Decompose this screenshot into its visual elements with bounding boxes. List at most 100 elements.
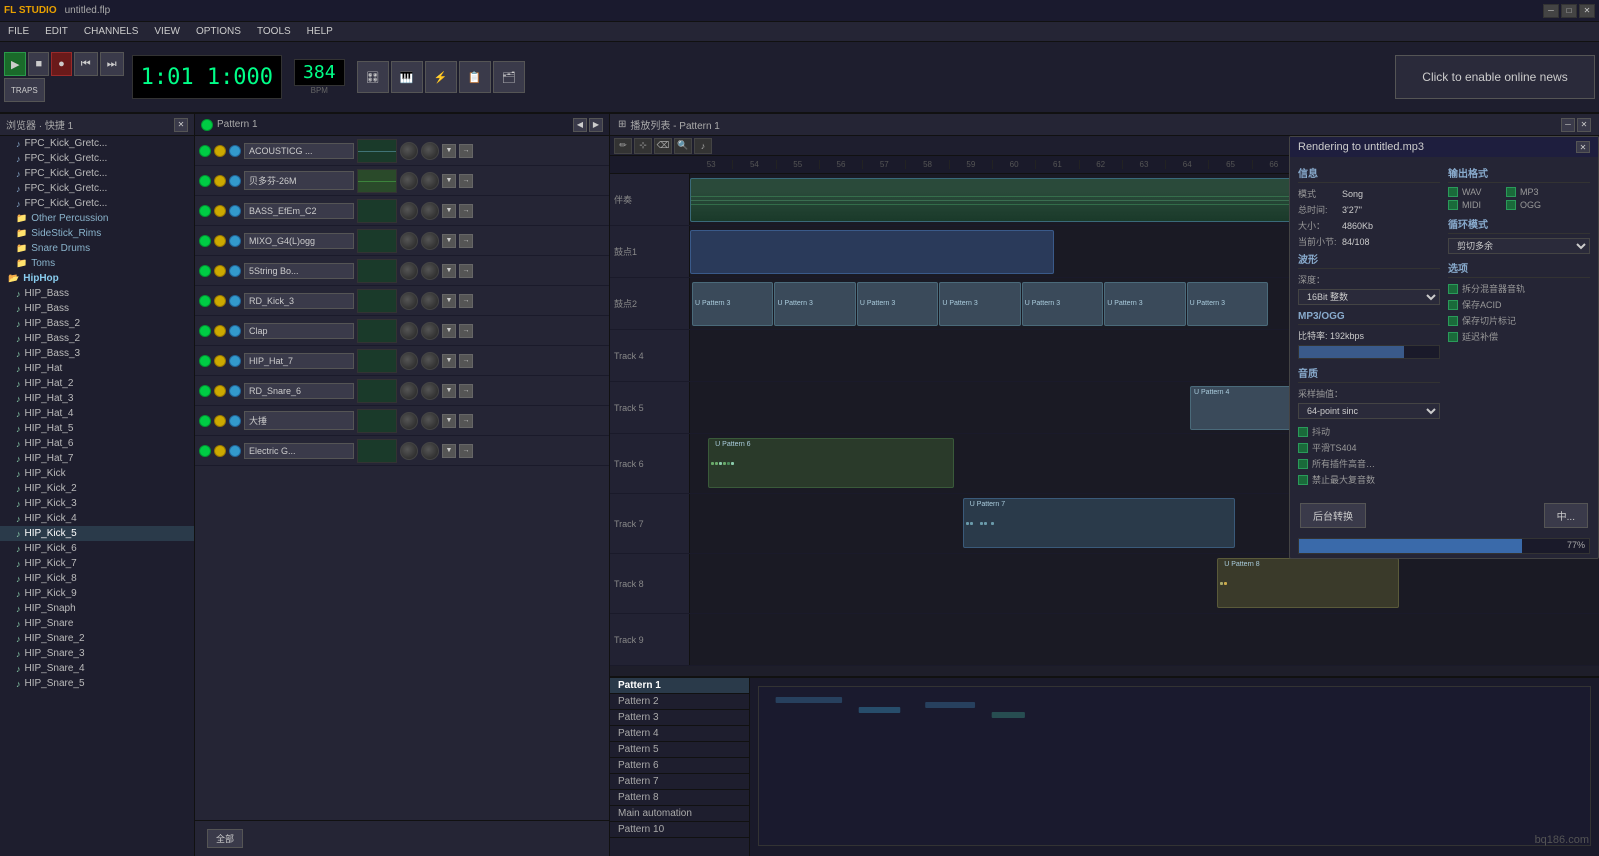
ch-enable-7[interactable] (199, 325, 211, 337)
ch-solo-9[interactable] (229, 385, 241, 397)
sidebar-item-fpc5[interactable]: ♪ FPC_Kick_Gretc... (0, 196, 194, 211)
mixer-button[interactable]: 🎛 (357, 61, 389, 93)
pl-note-tool[interactable]: ♪ (694, 138, 712, 154)
pl-close-button[interactable]: ✕ (1577, 118, 1591, 132)
pattern-name-3[interactable]: Pattern 3 (610, 710, 749, 726)
minimize-button[interactable]: ─ (1543, 4, 1559, 18)
ch-solo-3[interactable] (229, 205, 241, 217)
playlist-btn[interactable]: 📋 (459, 61, 491, 93)
ch-vol-3[interactable] (400, 202, 418, 220)
p-gudian2-6[interactable]: U Pattern 3 (1104, 282, 1185, 326)
render-cb-7[interactable] (1448, 316, 1458, 326)
sidebar-item-hip-bass2a[interactable]: ♪ HIP_Bass_2 (0, 316, 194, 331)
pl-select-tool[interactable]: ⊹ (634, 138, 652, 154)
sidebar-item-hip-hat6[interactable]: ♪ HIP_Hat_6 (0, 436, 194, 451)
ch-vol-10[interactable] (400, 412, 418, 430)
sidebar-item-hip-snare1[interactable]: ♪ HIP_Snare (0, 616, 194, 631)
ch-enable-9[interactable] (199, 385, 211, 397)
render-cb-wav[interactable] (1448, 187, 1458, 197)
ch-pattern-btn-4[interactable]: ▼ (442, 234, 456, 248)
ch-pan-5[interactable] (421, 262, 439, 280)
menu-options[interactable]: OPTIONS (192, 26, 245, 37)
loop-button[interactable]: TRAPS (4, 78, 45, 102)
bpm-display[interactable]: 384 (294, 59, 345, 86)
sidebar-item-hip-hat5[interactable]: ♪ HIP_Hat_5 (0, 421, 194, 436)
menu-help[interactable]: HELP (303, 26, 337, 37)
ch-mute-11[interactable] (214, 445, 226, 457)
sidebar-item-hip-kick5[interactable]: ♪ HIP_Kick_5 (0, 526, 194, 541)
render-loop-select[interactable]: 剪切多余 (1448, 238, 1590, 254)
pl-pencil-tool[interactable]: ✏ (614, 138, 632, 154)
ch-solo-8[interactable] (229, 355, 241, 367)
ch-name-5[interactable]: 5String Bo... (244, 263, 354, 279)
sidebar-item-hip-kick9[interactable]: ♪ HIP_Kick_9 (0, 586, 194, 601)
ch-header-btn[interactable] (201, 119, 213, 131)
sidebar-item-hip-kick7[interactable]: ♪ HIP_Kick_7 (0, 556, 194, 571)
pattern-name-10[interactable]: Pattern 10 (610, 822, 749, 838)
ch-send-btn-3[interactable]: → (459, 204, 473, 218)
pl-eraser-tool[interactable]: ⌫ (654, 138, 672, 154)
ch-send-btn-2[interactable]: → (459, 174, 473, 188)
ch-pan-3[interactable] (421, 202, 439, 220)
next-button[interactable]: ⏭ (100, 52, 124, 76)
ch-pattern-btn-3[interactable]: ▼ (442, 204, 456, 218)
ch-pattern-btn-5[interactable]: ▼ (442, 264, 456, 278)
pl-zoom-tool[interactable]: 🔍 (674, 138, 692, 154)
sidebar-close[interactable]: ✕ (174, 118, 188, 132)
ch-pan-9[interactable] (421, 382, 439, 400)
ch-enable-2[interactable] (199, 175, 211, 187)
browser-btn[interactable]: 🗂 (493, 61, 525, 93)
ch-pan-11[interactable] (421, 442, 439, 460)
ch-enable-3[interactable] (199, 205, 211, 217)
ch-vol-1[interactable] (400, 142, 418, 160)
sidebar-item-hip-kick2[interactable]: ♪ HIP_Kick_2 (0, 481, 194, 496)
ch-enable-4[interactable] (199, 235, 211, 247)
ch-name-9[interactable]: RD_Snare_6 (244, 383, 354, 399)
sidebar-item-hip-snaph[interactable]: ♪ HIP_Snaph (0, 601, 194, 616)
ch-solo-5[interactable] (229, 265, 241, 277)
render-cb-3[interactable] (1298, 459, 1308, 469)
ch-enable-11[interactable] (199, 445, 211, 457)
menu-view[interactable]: VIEW (150, 26, 184, 37)
ch-send-btn-9[interactable]: → (459, 384, 473, 398)
ch-enable-8[interactable] (199, 355, 211, 367)
ch-mute-9[interactable] (214, 385, 226, 397)
maximize-button[interactable]: □ (1561, 4, 1577, 18)
sidebar-item-hip-bass2b[interactable]: ♪ HIP_Bass_2 (0, 331, 194, 346)
ch-mute-2[interactable] (214, 175, 226, 187)
p-gudian2-3[interactable]: U Pattern 3 (857, 282, 938, 326)
p-gudian2-1[interactable]: U Pattern 3 (692, 282, 773, 326)
render-cb-5[interactable] (1448, 284, 1458, 294)
sidebar-item-hip-bass1[interactable]: ♪ HIP_Bass (0, 286, 194, 301)
sidebar-item-fpc1[interactable]: ♪ FPC_Kick_Gretc... (0, 136, 194, 151)
ch-solo-1[interactable] (229, 145, 241, 157)
channel-button[interactable]: ⚡ (425, 61, 457, 93)
ch-send-btn-11[interactable]: → (459, 444, 473, 458)
render-back-button[interactable]: 后台转换 (1300, 503, 1366, 528)
ch-pan-4[interactable] (421, 232, 439, 250)
ch-mute-7[interactable] (214, 325, 226, 337)
ch-send-btn-10[interactable]: → (459, 414, 473, 428)
ch-vol-6[interactable] (400, 292, 418, 310)
pattern-gudian1[interactable] (690, 230, 1054, 274)
ch-pattern-btn-1[interactable]: ▼ (442, 144, 456, 158)
ch-mute-6[interactable] (214, 295, 226, 307)
ch-vol-8[interactable] (400, 352, 418, 370)
ch-pattern-btn-8[interactable]: ▼ (442, 354, 456, 368)
ch-vol-11[interactable] (400, 442, 418, 460)
sidebar-item-hip-kick6[interactable]: ♪ HIP_Kick_6 (0, 541, 194, 556)
stop-button[interactable]: ■ (28, 52, 49, 76)
ch-name-2[interactable]: 贝多芬-26M (244, 171, 354, 190)
sidebar-item-hip-kick3[interactable]: ♪ HIP_Kick_3 (0, 496, 194, 511)
prev-button[interactable]: ⏮ (74, 52, 98, 76)
pattern-name-1[interactable]: Pattern 1 (610, 678, 749, 694)
ch-solo-2[interactable] (229, 175, 241, 187)
p-gudian2-4[interactable]: U Pattern 3 (939, 282, 1020, 326)
ch-pan-2[interactable] (421, 172, 439, 190)
ch-pattern-btn-6[interactable]: ▼ (442, 294, 456, 308)
render-cb-1[interactable] (1298, 427, 1308, 437)
ch-send-btn-5[interactable]: → (459, 264, 473, 278)
ch-name-6[interactable]: RD_Kick_3 (244, 293, 354, 309)
pattern-name-6[interactable]: Pattern 6 (610, 758, 749, 774)
pattern7-block[interactable]: U Pattern 7 (963, 498, 1236, 548)
